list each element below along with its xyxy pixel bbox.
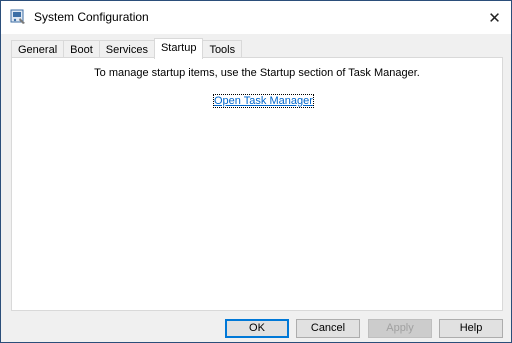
tab-boot[interactable]: Boot <box>63 40 100 58</box>
tab-services[interactable]: Services <box>98 40 155 58</box>
close-icon[interactable]: ✕ <box>478 1 511 34</box>
help-button[interactable]: Help <box>439 319 503 338</box>
dialog-button-row: OK Cancel Apply Help <box>1 319 512 339</box>
tab-tools[interactable]: Tools <box>202 40 243 58</box>
tab-startup[interactable]: Startup <box>153 38 204 59</box>
startup-message: To manage startup items, use the Startup… <box>94 67 420 79</box>
startup-tab-panel: To manage startup items, use the Startup… <box>11 57 503 311</box>
window-title: System Configuration <box>34 10 149 24</box>
open-task-manager-link[interactable]: Open Task Manager <box>213 94 314 108</box>
title-bar[interactable]: System Configuration ✕ <box>1 1 511 34</box>
tab-strip: General Boot Services Startup Tools <box>11 38 243 59</box>
cancel-button[interactable]: Cancel <box>296 319 360 338</box>
apply-button[interactable]: Apply <box>368 319 432 338</box>
ok-button[interactable]: OK <box>225 319 289 338</box>
tab-general[interactable]: General <box>11 40 65 58</box>
msconfig-app-icon <box>10 9 25 24</box>
system-configuration-window: System Configuration ✕ General Boot Serv… <box>0 0 512 343</box>
